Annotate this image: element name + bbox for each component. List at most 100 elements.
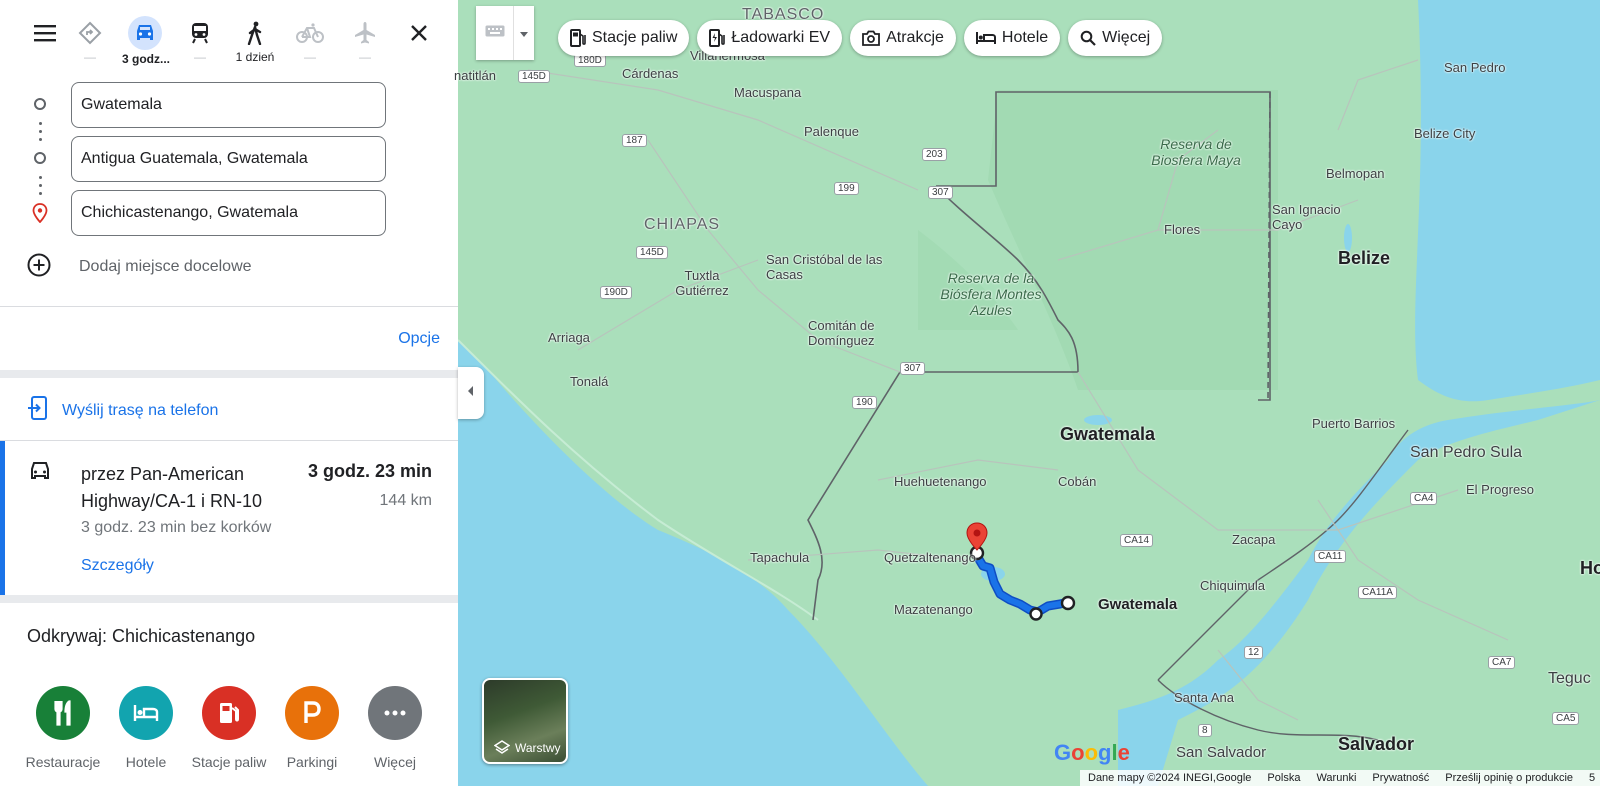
scale-indicator[interactable]: 5 xyxy=(1589,772,1595,784)
map-label-puerto-barrios: Puerto Barrios xyxy=(1312,416,1396,431)
explore-categories: Restauracje Hotele Stacje paliw Parkingi xyxy=(10,686,450,776)
waypoint-row-destination xyxy=(0,190,458,236)
road-shield: 12 xyxy=(1244,646,1264,659)
mode-transit[interactable]: — xyxy=(177,14,223,70)
mode-best[interactable]: — xyxy=(67,14,113,70)
waypoint-row-origin xyxy=(0,82,458,128)
stop-marker[interactable] xyxy=(1029,607,1043,621)
mode-flight[interactable]: — xyxy=(342,14,388,70)
origin-marker[interactable] xyxy=(1060,595,1076,611)
send-to-phone-button[interactable]: Wyślij trasę na telefon xyxy=(28,396,218,425)
keyboard-icon xyxy=(485,24,505,41)
road-shield: 190D xyxy=(600,286,632,299)
airplane-icon xyxy=(350,18,380,48)
road-shield: 8 xyxy=(1198,724,1212,737)
map-label-mazatenango: Mazatenango xyxy=(894,602,973,617)
category-parking[interactable]: Parkingi xyxy=(267,686,357,770)
category-gas-stations[interactable]: Stacje paliw xyxy=(184,686,274,770)
road-shield: CA11 xyxy=(1314,550,1347,563)
footer-terms-link[interactable]: Warunki xyxy=(1316,772,1356,784)
input-tools-dropdown[interactable] xyxy=(513,6,533,60)
map-label-tapachula: Tapachula xyxy=(750,550,810,565)
fork-knife-icon xyxy=(36,686,90,740)
chip-attractions[interactable]: Atrakcje xyxy=(850,20,956,56)
layers-button[interactable]: Warstwy xyxy=(482,678,568,764)
map-label-palenque: Palenque xyxy=(804,124,859,139)
map-label-macuspana: Macuspana xyxy=(734,85,802,100)
category-hotels[interactable]: Hotele xyxy=(101,686,191,770)
car-icon xyxy=(128,16,162,50)
bicycle-icon xyxy=(295,18,325,48)
road-shield: 199 xyxy=(834,182,859,195)
travel-modes: — 3 godz... — 1 dzień — — xyxy=(22,14,442,70)
menu-button[interactable] xyxy=(22,14,68,70)
selected-route-accent xyxy=(0,441,5,595)
map-label-tegucigalpa: Teguc xyxy=(1548,670,1591,687)
ev-charger-icon xyxy=(709,29,726,47)
map-canvas[interactable] xyxy=(458,0,1600,786)
map-label-guatemala-country: Gwatemala xyxy=(1060,424,1156,444)
map-label-cardenas: Cárdenas xyxy=(622,66,679,81)
chip-ev-chargers[interactable]: Ładowarki EV xyxy=(697,20,843,56)
camera-icon xyxy=(862,30,880,46)
map-label-san-pedro-sula: San Pedro Sula xyxy=(1410,444,1523,461)
map-label-santa-ana: Santa Ana xyxy=(1174,690,1234,705)
map-label-guatemala-city: Gwatemala xyxy=(1098,596,1178,613)
footer-feedback-link[interactable]: Prześlij opinię o produkcie xyxy=(1445,772,1573,784)
origin-input[interactable] xyxy=(71,82,386,128)
add-circle-icon xyxy=(27,253,51,282)
bed-icon xyxy=(119,686,173,740)
add-destination-label: Dodaj miejsce docelowe xyxy=(79,258,252,275)
footer-privacy-link[interactable]: Prywatność xyxy=(1372,772,1429,784)
send-to-device-icon xyxy=(28,396,50,425)
road-shield: 190 xyxy=(852,396,877,409)
map-label-arriaga: Arriaga xyxy=(548,330,590,345)
map-label-montes-azules: Reserva de la Biósfera Montes Azules xyxy=(940,270,1042,318)
road-shield: CA11A xyxy=(1358,586,1397,599)
add-destination-button[interactable]: Dodaj miejsce docelowe xyxy=(27,253,252,282)
mode-walk[interactable]: 1 dzień xyxy=(232,14,278,70)
car-icon xyxy=(28,461,52,486)
keyboard-button[interactable] xyxy=(476,24,513,42)
chip-gas-stations[interactable]: Stacje paliw xyxy=(558,20,690,56)
destination-input[interactable] xyxy=(71,190,386,236)
options-button[interactable]: Opcje xyxy=(398,330,440,348)
map-label-coban: Cobán xyxy=(1058,474,1097,489)
map-label-chiapas: CHIAPAS xyxy=(644,216,721,233)
chip-hotels[interactable]: Hotele xyxy=(963,20,1061,56)
chip-more[interactable]: Więcej xyxy=(1068,20,1163,56)
map-label-tonala: Tonalá xyxy=(570,374,609,389)
category-more[interactable]: Więcej xyxy=(350,686,440,770)
route-details-link[interactable]: Szczegóły xyxy=(81,557,154,575)
map-label-zacapa: Zacapa xyxy=(1232,532,1276,547)
mode-bike[interactable]: — xyxy=(287,14,333,70)
google-logo: Google xyxy=(1054,740,1130,765)
close-button[interactable] xyxy=(396,14,442,70)
more-dots-icon xyxy=(368,686,422,740)
route-option[interactable]: przez Pan-American Highway/CA-1 i RN-10 … xyxy=(0,441,458,595)
parking-icon xyxy=(285,686,339,740)
map-label-chiquimula: Chiquimula xyxy=(1200,578,1266,593)
road-shield: 307 xyxy=(900,362,925,375)
directions-diamond-icon xyxy=(75,18,105,48)
footer-country[interactable]: Polska xyxy=(1267,772,1300,784)
map-label-el-progreso: El Progreso xyxy=(1466,482,1534,497)
divider xyxy=(0,306,458,307)
map-label-tuxtla: Tuxtla Gutiérrez xyxy=(675,268,729,298)
layers-icon xyxy=(494,740,510,754)
divider xyxy=(0,370,458,378)
map-label-san-salvador: San Salvador xyxy=(1176,744,1267,761)
stop-input[interactable] xyxy=(71,136,386,182)
explore-title: Odkrywaj: Chichicastenango xyxy=(27,626,256,646)
road-shield: CA5 xyxy=(1552,712,1580,725)
mode-car[interactable]: 3 godz... xyxy=(122,14,170,70)
road-shield: 307 xyxy=(928,186,953,199)
road-shield: CA14 xyxy=(1120,534,1154,547)
map-label-quetzaltenango: Quetzaltenango xyxy=(884,550,976,565)
gas-pump-icon xyxy=(202,686,256,740)
walk-time: 1 dzień xyxy=(235,50,275,64)
collapse-panel-button[interactable] xyxy=(458,367,484,419)
directions-panel: — 3 godz... — 1 dzień — — Gwatemala Anti… xyxy=(0,0,458,786)
category-restaurants[interactable]: Restauracje xyxy=(18,686,108,770)
route-traffic-note: 3 godz. 23 min bez korków xyxy=(81,519,272,536)
